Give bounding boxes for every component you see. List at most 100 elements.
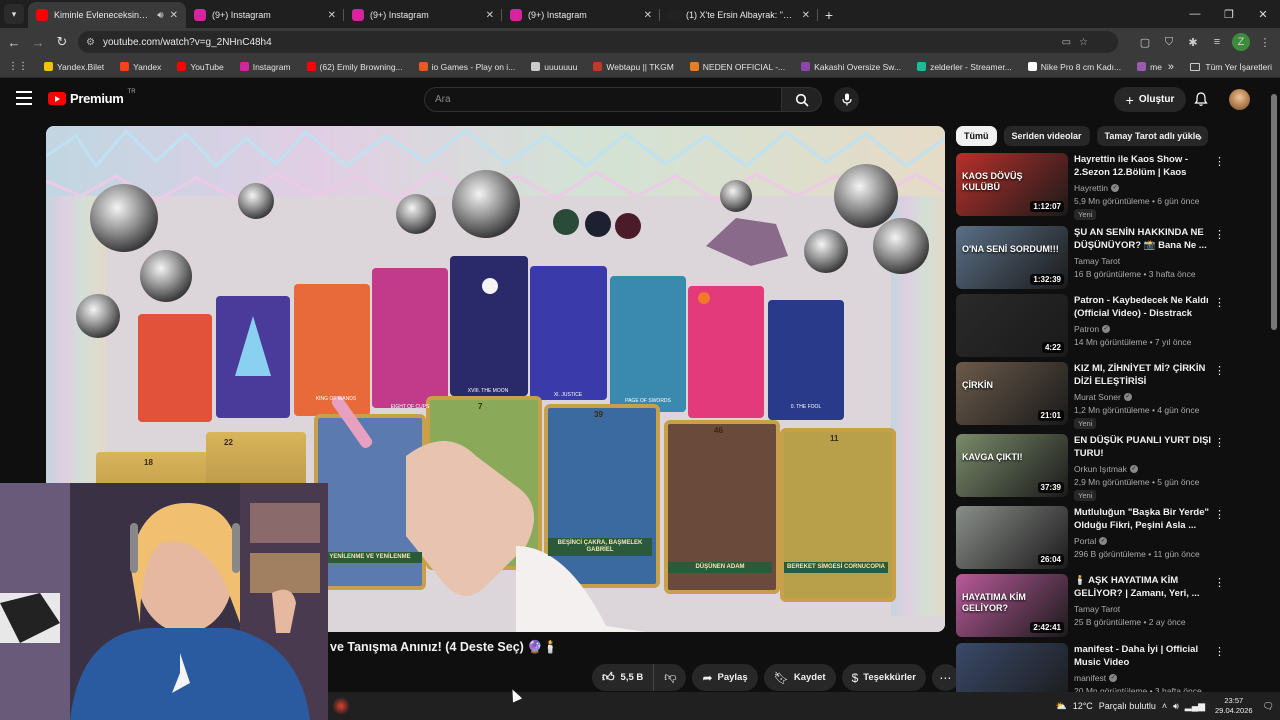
- bookmark-item[interactable]: me: [1129, 62, 1170, 72]
- more-options-icon[interactable]: ⋮: [1214, 508, 1225, 521]
- tab-search-button[interactable]: ▾: [4, 4, 24, 24]
- profile-avatar[interactable]: Z: [1232, 33, 1250, 51]
- tab-close-icon[interactable]: ✕: [486, 10, 494, 21]
- channel-name[interactable]: Patron ✓: [1074, 324, 1111, 334]
- video-thumbnail[interactable]: KAOS DÖVÜŞ KULÜBÜ 1:12:07: [956, 153, 1068, 216]
- bookmark-item[interactable]: Nike Pro 8 cm Kadı...: [1020, 62, 1129, 72]
- create-button[interactable]: + Oluştur: [1114, 87, 1186, 112]
- network-icon[interactable]: ▂▄▆: [1185, 701, 1205, 712]
- browser-tab[interactable]: Kiminle Evleneceksin? 🕯️ A 🔊︎ ✕: [28, 2, 186, 28]
- tray-overflow-icon[interactable]: ˄: [1162, 701, 1167, 711]
- save-button[interactable]: 🔖︎ Kaydet: [763, 664, 836, 691]
- recommended-title[interactable]: ŞU AN SENİN HAKKINDA NE DÜŞÜNÜYOR? 📸 Ban…: [1074, 227, 1212, 252]
- video-thumbnail[interactable]: O'NA SENİ SORDUM!!! 1:32:39: [956, 226, 1068, 289]
- filter-chip[interactable]: Tümü: [956, 126, 997, 146]
- recommended-title[interactable]: Patron - Kaybedecek Ne Kaldı (Official V…: [1074, 295, 1212, 320]
- browser-tab[interactable]: (1) X'te Ersin Albayrak: "edite b ✕: [660, 2, 818, 28]
- filter-chip[interactable]: Seriden videolar: [1003, 126, 1090, 146]
- channel-name[interactable]: manifest ✓: [1074, 673, 1118, 683]
- video-thumbnail[interactable]: 4:22: [956, 294, 1068, 357]
- tab-audio-icon[interactable]: 🔊︎: [157, 10, 163, 21]
- recommended-title[interactable]: manifest - Daha İyi | Official Music Vid…: [1074, 644, 1212, 669]
- channel-name[interactable]: Orkun Işıtmak ✓: [1074, 464, 1138, 474]
- more-options-icon[interactable]: ⋮: [1214, 364, 1225, 377]
- chevron-right-icon[interactable]: ›: [1198, 130, 1202, 144]
- minimize-button[interactable]: —: [1178, 0, 1212, 28]
- thanks-button[interactable]: $ Teşekkürler: [841, 664, 926, 691]
- more-options-icon[interactable]: ⋮: [1214, 228, 1225, 241]
- bookmark-star-icon[interactable]: ☆: [1079, 37, 1088, 48]
- video-thumbnail[interactable]: ÇİRKİN 21:01: [956, 362, 1068, 425]
- account-avatar[interactable]: [1229, 89, 1250, 110]
- channel-name[interactable]: Murat Soner ✓: [1074, 392, 1132, 402]
- extension-icon[interactable]: ▢: [1136, 33, 1154, 51]
- weather-text[interactable]: Parçalı bulutlu: [1099, 701, 1156, 711]
- share-button[interactable]: ➦ Paylaş: [692, 664, 758, 691]
- browser-tab[interactable]: (9+) Instagram ✕: [344, 2, 502, 28]
- more-options-icon[interactable]: ⋮: [1214, 576, 1225, 589]
- shield-icon[interactable]: ⛉: [1160, 33, 1178, 51]
- bookmark-item[interactable]: YouTube: [169, 62, 231, 72]
- recommended-video[interactable]: HAYATIMA KİM GELİYOR? 2:42:41 🕯️ AŞK HAYAT…: [956, 574, 1268, 640]
- guide-menu-icon[interactable]: [16, 91, 32, 105]
- site-info-icon[interactable]: ⚙: [86, 37, 95, 48]
- bookmark-item[interactable]: NEDEN OFFICIAL -...: [682, 62, 793, 72]
- reload-button[interactable]: ↻: [50, 30, 74, 54]
- bookmark-item[interactable]: io Games - Play on i...: [411, 62, 524, 72]
- channel-name[interactable]: Tamay Tarot: [1074, 256, 1120, 266]
- forward-button[interactable]: →: [26, 30, 50, 54]
- volume-icon[interactable]: 🔊︎: [1173, 701, 1179, 712]
- like-button[interactable]: 👍︎ 5,5 B: [592, 664, 655, 691]
- more-options-icon[interactable]: ⋮: [1214, 645, 1225, 658]
- recommended-video[interactable]: ÇİRKİN 21:01 KIZ MI, ZİHNİYET Mİ? ÇİRKİN D…: [956, 362, 1268, 429]
- more-options-icon[interactable]: ⋮: [1214, 296, 1225, 309]
- bookmark-item[interactable]: Instagram: [232, 62, 299, 72]
- system-clock[interactable]: 23:57 29.04.2026: [1211, 696, 1257, 716]
- channel-name[interactable]: Tamay Tarot: [1074, 604, 1120, 614]
- recommended-title[interactable]: Mutluluğun "Başka Bir Yerde" Olduğu Fikr…: [1074, 507, 1212, 532]
- restore-button[interactable]: ❐: [1212, 0, 1246, 28]
- new-tab-button[interactable]: +: [818, 4, 840, 26]
- more-bookmarks-button[interactable]: »: [1168, 56, 1174, 78]
- install-app-icon[interactable]: ▭: [1062, 37, 1071, 48]
- recommended-title[interactable]: Hayrettin ile Kaos Show - 2.Sezon 12.Böl…: [1074, 154, 1212, 180]
- tab-close-icon[interactable]: ✕: [170, 10, 178, 21]
- page-scrollbar[interactable]: [1271, 94, 1277, 330]
- weather-icon[interactable]: ⛅: [1055, 701, 1066, 712]
- apps-grid-icon[interactable]: ⋮⋮: [0, 61, 36, 72]
- youtube-premium-logo[interactable]: Premium TR: [48, 89, 136, 106]
- bookmark-item[interactable]: Yandex.Bilet: [36, 62, 112, 72]
- recommended-video[interactable]: 4:22 Patron - Kaybedecek Ne Kaldı (Offici…: [956, 294, 1268, 360]
- video-thumbnail[interactable]: HAYATIMA KİM GELİYOR? 2:42:41: [956, 574, 1068, 637]
- dislike-button[interactable]: 👎︎: [654, 664, 686, 691]
- recommended-title[interactable]: KIZ MI, ZİHNİYET Mİ? ÇİRKİN DİZİ ELEŞTİR…: [1074, 363, 1212, 388]
- bookmark-item[interactable]: Yandex: [112, 62, 169, 72]
- more-options-icon[interactable]: ⋮: [1214, 155, 1225, 168]
- reading-list-icon[interactable]: ≡: [1208, 33, 1226, 51]
- search-button[interactable]: [782, 87, 822, 112]
- filter-chip[interactable]: Tamay Tarot adlı yükle: [1096, 126, 1209, 146]
- recommended-video[interactable]: KAOS DÖVÜŞ KULÜBÜ 1:12:07 Hayrettin ile Ka…: [956, 153, 1268, 220]
- bookmark-item[interactable]: Kakashi Oversize Sw...: [793, 62, 909, 72]
- bookmark-item[interactable]: uuuuuuu: [523, 62, 585, 72]
- extensions-puzzle-icon[interactable]: ✱: [1184, 33, 1202, 51]
- recommended-video[interactable]: O'NA SENİ SORDUM!!! 1:32:39 ŞU AN SENİN HA…: [956, 226, 1268, 292]
- browser-tab[interactable]: (9+) Instagram ✕: [502, 2, 660, 28]
- taskbar-app-icon[interactable]: [332, 697, 350, 715]
- weather-temp[interactable]: 12°C: [1073, 701, 1093, 711]
- channel-name[interactable]: Hayrettin ✓: [1074, 183, 1120, 193]
- bookmark-item[interactable]: zelderler - Streamer...: [909, 62, 1020, 72]
- recommended-video[interactable]: KAVGA ÇIKTI! 37:39 EN DÜŞÜK PUANLI YURT DI…: [956, 434, 1268, 501]
- notifications-bell-icon[interactable]: [1192, 90, 1210, 108]
- more-options-icon[interactable]: ⋮: [1214, 436, 1225, 449]
- browser-menu-icon[interactable]: ⋮: [1256, 33, 1274, 51]
- search-input[interactable]: Ara: [424, 87, 782, 112]
- voice-search-button[interactable]: [834, 87, 859, 112]
- video-thumbnail[interactable]: 26:04: [956, 506, 1068, 569]
- more-actions-button[interactable]: ⋯: [931, 664, 959, 691]
- browser-tab[interactable]: (9+) Instagram ✕: [186, 2, 344, 28]
- bookmark-item[interactable]: Webtapu || TKGM: [585, 62, 681, 72]
- tab-close-icon[interactable]: ✕: [802, 10, 810, 21]
- address-bar[interactable]: ⚙ youtube.com/watch?v=g_2NHnC48h4 ▭ ☆: [78, 31, 1118, 53]
- recommended-video[interactable]: 26:04 Mutluluğun "Başka Bir Yerde" Olduğu…: [956, 506, 1268, 572]
